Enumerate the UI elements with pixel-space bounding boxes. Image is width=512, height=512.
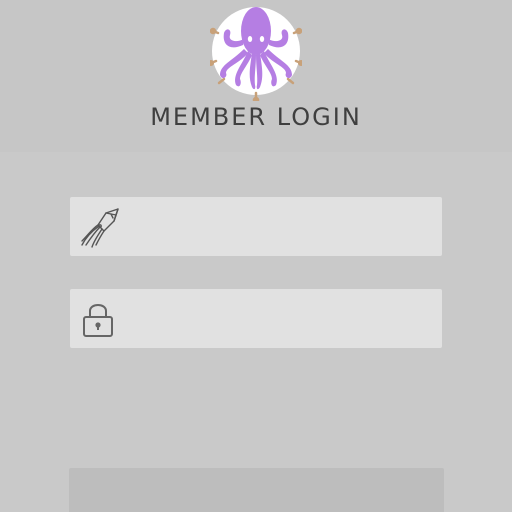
login-button[interactable] xyxy=(69,468,444,512)
password-input[interactable] xyxy=(134,297,428,340)
squid-icon xyxy=(81,208,119,248)
username-input[interactable] xyxy=(134,205,428,248)
octopus-logo-icon xyxy=(210,7,302,101)
page-title: MEMBER LOGIN xyxy=(150,103,362,131)
padlock-icon xyxy=(83,304,113,337)
username-field[interactable] xyxy=(70,197,442,256)
login-page: MEMBER LOGIN xyxy=(0,0,512,512)
password-field[interactable] xyxy=(70,289,442,348)
